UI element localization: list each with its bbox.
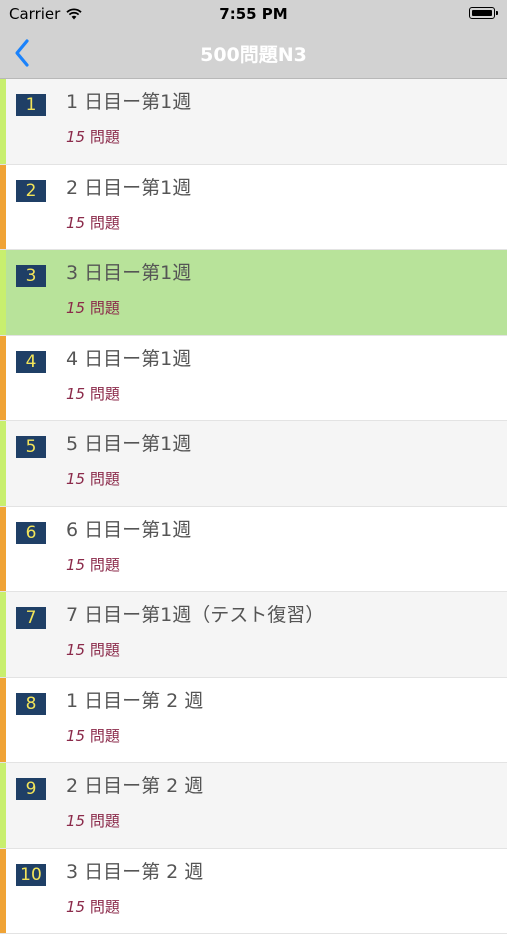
row-stripe [0,507,6,592]
list-item-4[interactable]: 4 4 日目ー第1週 15 問題 [0,336,507,422]
count-value: 15 [66,299,85,317]
count-value: 15 [66,385,85,403]
count-unit: 問題 [90,812,120,830]
question-count: 15 問題 [66,468,120,489]
number-badge: 6 [16,522,46,544]
count-value: 15 [66,128,85,146]
page-title: 500問題N3 [60,40,447,67]
lesson-list: 1 1 日目ー第1週 15 問題 2 2 日目ー第1週 15 問題 3 3 日目… [0,79,507,934]
row-title: 2 日目ー第 2 週 [66,771,203,798]
list-item-10[interactable]: 10 3 日目ー第 2 週 15 問題 [0,849,507,934]
count-value: 15 [66,812,85,830]
row-stripe [0,250,6,335]
number-badge: 5 [16,436,46,458]
row-stripe [0,79,6,164]
row-stripe [0,165,6,250]
count-value: 15 [66,214,85,232]
row-title: 4 日目ー第1週 [66,344,191,371]
count-unit: 問題 [90,299,120,317]
list-item-6[interactable]: 6 6 日目ー第1週 15 問題 [0,507,507,593]
list-item-2[interactable]: 2 2 日目ー第1週 15 問題 [0,165,507,251]
count-value: 15 [66,898,85,916]
row-stripe [0,421,6,506]
list-item-8[interactable]: 8 1 日目ー第 2 週 15 問題 [0,678,507,764]
row-title: 2 日目ー第1週 [66,173,191,200]
status-time: 7:55 PM [0,5,507,23]
number-badge: 2 [16,180,46,202]
row-title: 3 日目ー第1週 [66,258,191,285]
row-stripe [0,592,6,677]
question-count: 15 問題 [66,126,120,147]
question-count: 15 問題 [66,639,120,660]
list-item-1[interactable]: 1 1 日目ー第1週 15 問題 [0,79,507,165]
count-unit: 問題 [90,727,120,745]
row-title: 5 日目ー第1週 [66,429,191,456]
number-badge: 1 [16,94,46,116]
number-badge: 9 [16,778,46,800]
count-unit: 問題 [90,214,120,232]
row-stripe [0,763,6,848]
count-unit: 問題 [90,556,120,574]
count-value: 15 [66,556,85,574]
row-title: 6 日目ー第1週 [66,515,191,542]
count-value: 15 [66,727,85,745]
question-count: 15 問題 [66,297,120,318]
question-count: 15 問題 [66,810,120,831]
number-badge: 7 [16,607,46,629]
row-stripe [0,849,6,934]
row-stripe [0,336,6,421]
count-value: 15 [66,470,85,488]
row-stripe [0,678,6,763]
number-badge: 3 [16,265,46,287]
navigation-bar: 500問題N3 [0,28,507,79]
count-unit: 問題 [90,898,120,916]
status-bar: Carrier 7:55 PM [0,0,507,28]
count-unit: 問題 [90,470,120,488]
count-value: 15 [66,641,85,659]
question-count: 15 問題 [66,725,120,746]
row-title: 1 日目ー第1週 [66,87,191,114]
count-unit: 問題 [90,385,120,403]
row-title: 1 日目ー第 2 週 [66,686,203,713]
number-badge: 8 [16,693,46,715]
back-button[interactable] [10,37,40,69]
chevron-left-icon [10,37,40,69]
question-count: 15 問題 [66,212,120,233]
count-unit: 問題 [90,128,120,146]
number-badge: 10 [16,864,46,886]
battery-icon [469,7,495,19]
list-item-3[interactable]: 3 3 日目ー第1週 15 問題 [0,250,507,336]
number-badge: 4 [16,351,46,373]
question-count: 15 問題 [66,554,120,575]
question-count: 15 問題 [66,896,120,917]
row-title: 3 日目ー第 2 週 [66,857,203,884]
list-item-5[interactable]: 5 5 日目ー第1週 15 問題 [0,421,507,507]
count-unit: 問題 [90,641,120,659]
list-item-9[interactable]: 9 2 日目ー第 2 週 15 問題 [0,763,507,849]
question-count: 15 問題 [66,383,120,404]
row-title: 7 日目ー第1週（テスト復習） [66,600,324,627]
list-item-7[interactable]: 7 7 日目ー第1週（テスト復習） 15 問題 [0,592,507,678]
